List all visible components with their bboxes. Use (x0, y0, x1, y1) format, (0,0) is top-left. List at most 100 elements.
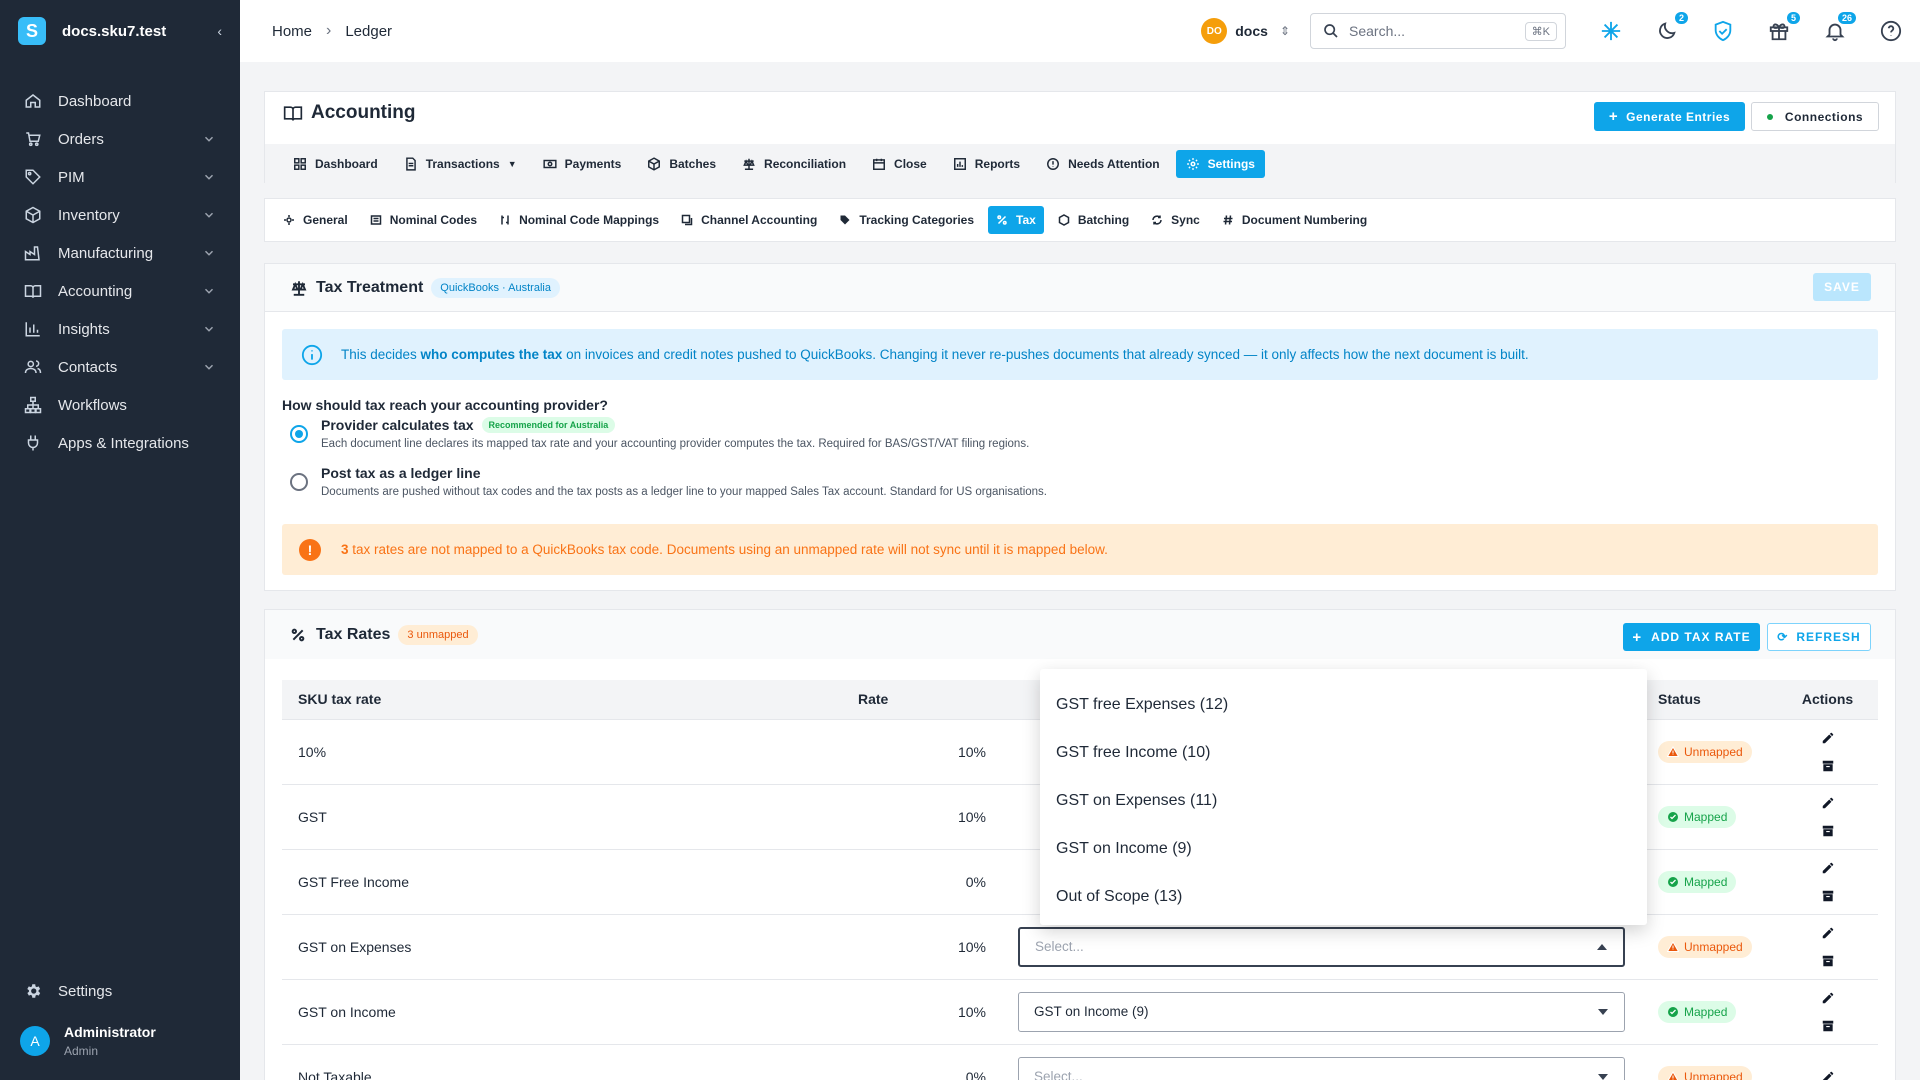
app-logo[interactable]: S (18, 17, 46, 45)
sidebar-item-accounting[interactable]: Accounting (0, 272, 240, 310)
col-rate[interactable]: Rate (842, 680, 1002, 720)
add-tax-rate-button[interactable]: + ADD TAX RATE (1623, 623, 1760, 651)
sidebar-item-inventory[interactable]: Inventory (0, 196, 240, 234)
help-button[interactable] (1880, 20, 1902, 42)
generate-entries-button[interactable]: + Generate Entries (1594, 102, 1745, 131)
radio-button[interactable] (290, 473, 308, 491)
edit-icon[interactable] (1821, 926, 1835, 940)
dropdown-option[interactable]: Out of Scope (13) (1040, 873, 1647, 921)
moon-badge: 2 (1674, 12, 1688, 24)
avatar: A (20, 1026, 50, 1056)
subtab-batching[interactable]: Batching (1050, 206, 1137, 234)
subtab-tracking-categories[interactable]: Tracking Categories (831, 206, 982, 234)
tab-label: Settings (1207, 157, 1255, 171)
edit-icon[interactable] (1821, 731, 1835, 745)
sidebar-settings-section: Settings (0, 972, 240, 1010)
tab-reports[interactable]: Reports (943, 150, 1030, 178)
sidebar-item-workflows[interactable]: Workflows (0, 386, 240, 424)
theme-button[interactable]: 2 (1656, 12, 1688, 42)
col-status[interactable]: Status (1642, 680, 1777, 720)
save-button[interactable]: SAVE (1813, 273, 1871, 301)
radio-button-selected[interactable] (290, 425, 308, 443)
col-sku-tax-rate[interactable]: SKU tax rate (282, 680, 842, 720)
subtab-nominal-code-mappings[interactable]: Nominal Code Mappings (491, 206, 667, 234)
actions-cell (1777, 719, 1878, 785)
tab-reconciliation[interactable]: Reconciliation (732, 150, 856, 178)
tax-code-select[interactable]: Select... (1018, 1056, 1625, 1080)
tax-code-select-open[interactable]: Select... (1018, 926, 1625, 967)
option-provider-calculates[interactable]: Provider calculates tax Recommended for A… (290, 417, 1029, 450)
subtab-label: Nominal Code Mappings (519, 213, 660, 227)
collapse-sidebar-icon[interactable]: ‹ (217, 23, 222, 39)
gear-icon (1186, 158, 1199, 170)
tab-label: Batches (669, 157, 717, 171)
sidebar-item-manufacturing[interactable]: Manufacturing (0, 234, 240, 272)
notifications-button[interactable]: 26 (1824, 12, 1856, 42)
archive-icon[interactable] (1821, 824, 1835, 838)
tab-settings[interactable]: Settings (1175, 150, 1265, 178)
snowflake-icon (1601, 21, 1621, 41)
subtab-label: Channel Accounting (701, 213, 818, 227)
hash-icon (1223, 215, 1233, 225)
archive-icon[interactable] (1821, 954, 1835, 968)
sidebar-item-label: Manufacturing (58, 244, 154, 262)
dropdown-option[interactable]: GST free Expenses (12) (1040, 681, 1647, 729)
top-bar: Home › Ledger DO docs ⇕ Search... ⌘K 2 5 (240, 0, 1920, 62)
sidebar-item-settings[interactable]: Settings (0, 972, 240, 1010)
sidebar-item-pim[interactable]: PIM (0, 158, 240, 196)
edit-icon[interactable] (1821, 861, 1835, 875)
tab-transactions[interactable]: Transactions ▼ (394, 150, 527, 178)
tab-batches[interactable]: Batches (637, 150, 726, 178)
archive-icon[interactable] (1821, 759, 1835, 773)
table-row: GST on Income 10% GST on Income (9) Mapp… (282, 979, 1878, 1045)
edit-icon[interactable] (1821, 1070, 1835, 1080)
provider-pill: QuickBooks · Australia (431, 277, 560, 298)
top-bar-actions: DO docs ⇕ Search... ⌘K 2 5 26 (1201, 0, 1902, 62)
subtab-general[interactable]: General (275, 206, 356, 234)
dropdown-option[interactable]: GST on Income (9) (1040, 825, 1647, 873)
tag-icon (25, 169, 41, 185)
edit-icon[interactable] (1821, 991, 1835, 1005)
connections-button[interactable]: Connections (1751, 102, 1879, 131)
archive-icon[interactable] (1821, 1019, 1835, 1033)
page-title-text: Accounting (311, 102, 416, 123)
tax-code-select[interactable]: GST on Income (9) (1018, 991, 1625, 1032)
tab-close[interactable]: Close (862, 150, 937, 178)
tax-rate-name: GST (282, 784, 842, 850)
sidebar-item-contacts[interactable]: Contacts (0, 348, 240, 386)
header-actions: + Generate Entries Connections (1594, 102, 1879, 131)
dropdown-option[interactable]: GST free Income (10) (1040, 729, 1647, 777)
subtab-sync[interactable]: Sync (1143, 206, 1208, 234)
subtab-channel-accounting[interactable]: Channel Accounting (673, 206, 825, 234)
sidebar-item-orders[interactable]: Orders (0, 120, 240, 158)
search-input[interactable]: Search... ⌘K (1310, 13, 1566, 49)
subtab-document-numbering[interactable]: Document Numbering (1214, 206, 1375, 234)
security-button[interactable] (1712, 20, 1734, 42)
subtab-tax[interactable]: Tax (988, 206, 1044, 234)
refresh-button[interactable]: ⟳ REFRESH (1767, 623, 1871, 651)
edit-icon[interactable] (1821, 796, 1835, 810)
people-icon (24, 360, 42, 374)
sidebar-item-apps[interactable]: Apps & Integrations (0, 424, 240, 462)
actions-cell (1777, 914, 1878, 980)
subtab-nominal-codes[interactable]: Nominal Codes (362, 206, 485, 234)
status-cell: Mapped (1642, 784, 1777, 850)
sidebar-item-insights[interactable]: Insights (0, 310, 240, 348)
tab-payments[interactable]: Payments (533, 150, 632, 178)
user-profile[interactable]: A Administrator Admin (20, 1024, 156, 1058)
sidebar-item-label: Apps & Integrations (58, 434, 189, 452)
archive-icon[interactable] (1821, 889, 1835, 903)
breadcrumb-home[interactable]: Home (272, 23, 312, 40)
tab-needs-attention[interactable]: Needs Attention (1036, 150, 1170, 178)
gifts-button[interactable]: 5 (1768, 12, 1800, 42)
sidebar-item-dashboard[interactable]: Dashboard (0, 82, 240, 120)
dropdown-option[interactable]: GST on Expenses (11) (1040, 777, 1647, 825)
unmapped-count-pill: 3 unmapped (398, 624, 478, 645)
tab-dashboard[interactable]: Dashboard (283, 150, 388, 178)
status-cell: Unmapped (1642, 1044, 1777, 1080)
option-post-ledger-line[interactable]: Post tax as a ledger line Documents are … (290, 465, 1047, 498)
chevron-down-icon (204, 136, 214, 142)
snowflake-button[interactable] (1600, 20, 1622, 42)
tax-treatment-title: Tax Treatment (316, 278, 424, 296)
workspace-switcher[interactable]: DO docs ⇕ (1201, 18, 1290, 44)
